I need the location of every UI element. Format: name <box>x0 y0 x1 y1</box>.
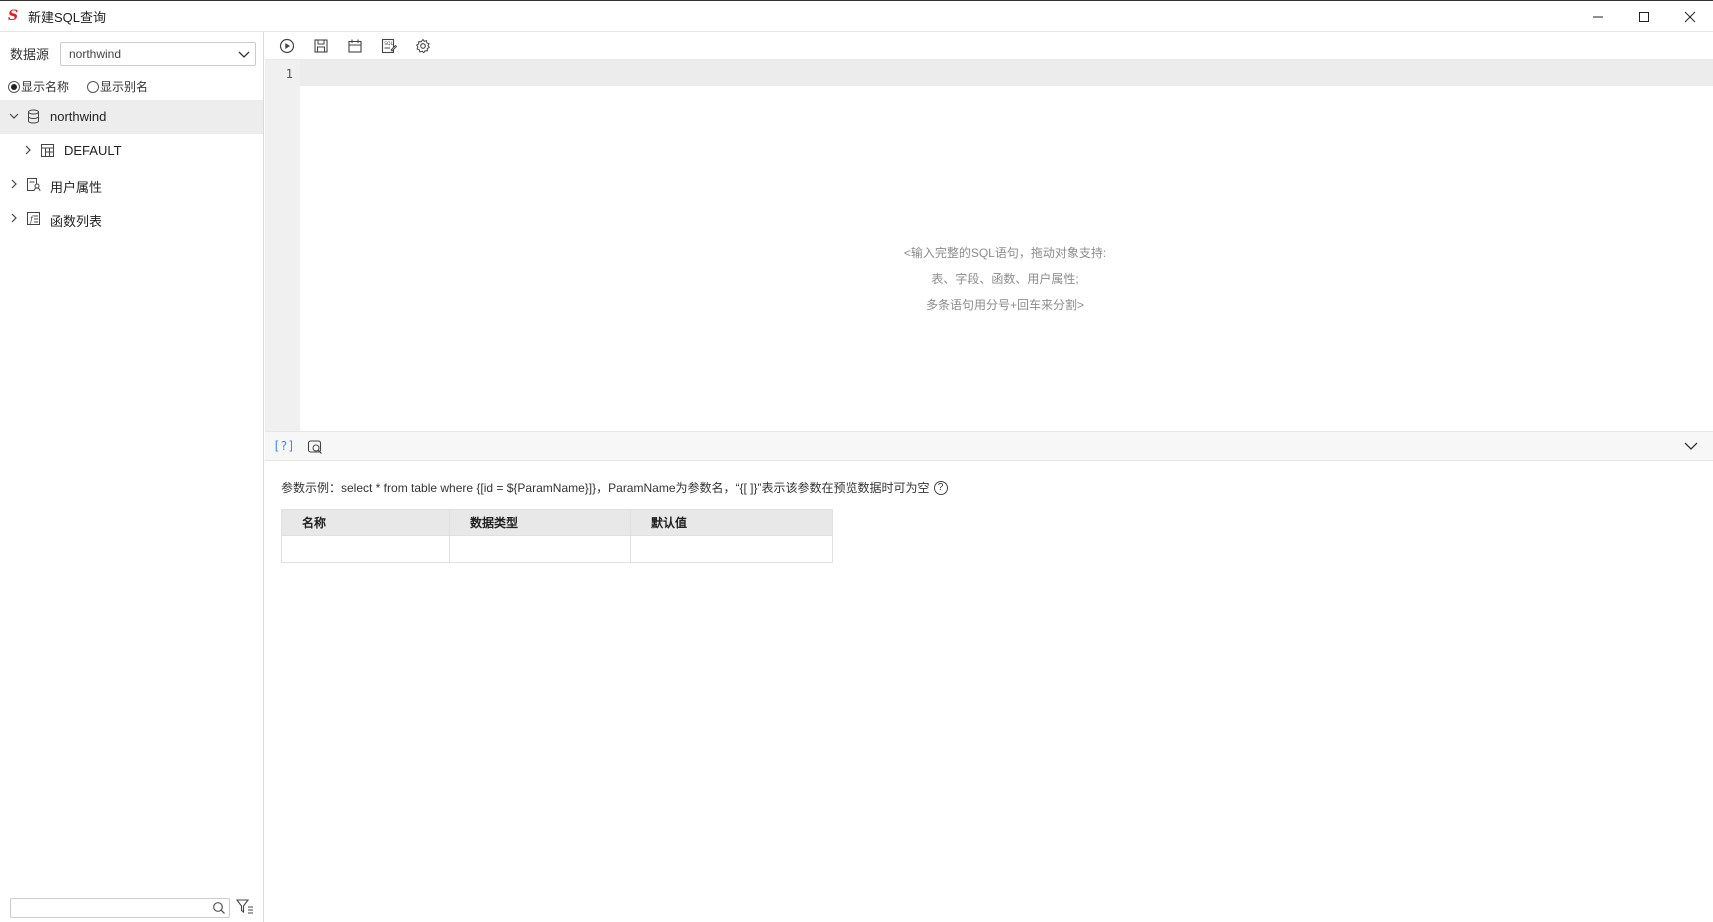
window-controls <box>1575 1 1713 32</box>
datasource-row: 数据源 northwind <box>10 42 256 66</box>
tree-item-default[interactable]: DEFAULT <box>0 134 263 168</box>
sql-editor[interactable]: 1 <输入完整的SQL语句，拖动对象支持: 表、字段、函数、用户属性; 多条语句… <box>265 59 1713 432</box>
datasource-select[interactable]: northwind <box>60 42 256 66</box>
user-attribute-icon <box>27 178 41 192</box>
display-mode-radios: 显示名称 显示别名 <box>8 78 166 95</box>
save-icon <box>314 38 328 53</box>
tree-item-label: DEFAULT <box>64 143 122 158</box>
title-bar: S 新建SQL查询 <box>0 0 1713 32</box>
maximize-button[interactable] <box>1621 1 1667 32</box>
tree-item-function-list[interactable]: f 函数列表 <box>0 202 263 236</box>
param-help-button[interactable]: [?] <box>273 439 295 453</box>
app-logo: S <box>8 8 19 24</box>
radio-show-alias-label: 显示别名 <box>100 80 149 94</box>
close-button[interactable] <box>1667 1 1713 32</box>
cell-data-type[interactable] <box>449 535 631 563</box>
svg-text:SQL: SQL <box>384 41 393 47</box>
sql-format-button[interactable]: SQL <box>380 37 398 55</box>
datasource-label: 数据源 <box>10 46 50 62</box>
table-header-row: 名称 数据类型 默认值 <box>281 509 833 536</box>
editor-toolbar: SQL <box>265 32 1713 59</box>
tree-search-input[interactable] <box>10 898 230 918</box>
column-header-name[interactable]: 名称 <box>281 509 450 536</box>
run-icon <box>279 38 295 53</box>
active-line-highlight <box>300 60 1713 86</box>
radio-show-name-label: 显示名称 <box>21 80 70 94</box>
param-table: 名称 数据类型 默认值 <box>281 509 833 563</box>
object-tree: northwind DEFAULT 用户属性 f 函数列表 <box>0 100 263 236</box>
placeholder-line: 多条语句用分号+回车来分割> <box>925 298 1085 312</box>
window-title: 新建SQL查询 <box>28 9 107 25</box>
sql-format-icon: SQL <box>381 38 397 53</box>
tree-item-northwind[interactable]: northwind <box>0 100 263 134</box>
database-icon <box>28 109 39 124</box>
left-panel: 数据源 northwind 显示名称 显示别名 northwind DEFAUL… <box>0 32 264 922</box>
cell-name[interactable] <box>281 535 450 563</box>
param-panel-header: [?] <box>265 431 1713 461</box>
close-icon <box>1684 11 1696 22</box>
chevron-right-icon[interactable] <box>9 213 19 223</box>
table-row[interactable] <box>281 535 833 563</box>
preview-icon[interactable] <box>307 439 323 455</box>
run-button[interactable] <box>278 37 296 55</box>
filter-icon[interactable] <box>236 898 254 916</box>
radio-unchecked-icon <box>87 80 100 93</box>
function-list-icon: f <box>27 212 40 225</box>
calendar-button[interactable] <box>346 37 364 55</box>
cell-default-value[interactable] <box>630 535 833 563</box>
param-hint: 参数示例：select * from table where {[id = ${… <box>281 479 948 496</box>
minimize-button[interactable] <box>1575 1 1621 32</box>
radio-checked-icon <box>8 80 20 93</box>
radio-show-name[interactable]: 显示名称 <box>8 78 69 95</box>
column-header-data-type[interactable]: 数据类型 <box>449 509 631 536</box>
chevron-down-icon[interactable] <box>1683 440 1699 452</box>
datasource-value: northwind <box>69 47 122 61</box>
tree-item-label: northwind <box>50 109 107 124</box>
radio-show-alias[interactable]: 显示别名 <box>87 78 148 95</box>
minimize-icon <box>1593 16 1603 17</box>
line-number: 1 <box>285 67 293 81</box>
chevron-right-icon[interactable] <box>9 179 19 189</box>
editor-placeholder: <输入完整的SQL语句，拖动对象支持: 表、字段、函数、用户属性; 多条语句用分… <box>265 240 1713 318</box>
calendar-icon <box>348 39 362 53</box>
placeholder-line: <输入完整的SQL语句，拖动对象支持: <box>903 246 1107 260</box>
tree-item-label: 函数列表 <box>50 214 103 229</box>
settings-button[interactable] <box>414 37 432 55</box>
settings-icon <box>415 38 431 53</box>
column-header-default-value[interactable]: 默认值 <box>630 509 833 536</box>
save-button[interactable] <box>312 37 330 55</box>
param-hint-text: 参数示例：select * from table where {[id = ${… <box>281 481 930 495</box>
main-area: SQL 1 <输入完整的SQL语句，拖动对象支持: 表、字段、函数、用户属性; … <box>265 32 1713 922</box>
help-circle-icon[interactable]: ? <box>933 480 948 495</box>
chevron-down-icon <box>238 51 250 58</box>
tree-item-label: 用户属性 <box>50 180 103 195</box>
chevron-right-icon[interactable] <box>23 145 33 155</box>
maximize-icon <box>1639 11 1649 22</box>
placeholder-line: 表、字段、函数、用户属性; <box>931 272 1079 286</box>
chevron-down-icon[interactable] <box>9 111 19 121</box>
schema-table-icon <box>41 144 54 157</box>
tree-item-user-attributes[interactable]: 用户属性 <box>0 168 263 202</box>
search-icon[interactable] <box>212 901 226 915</box>
